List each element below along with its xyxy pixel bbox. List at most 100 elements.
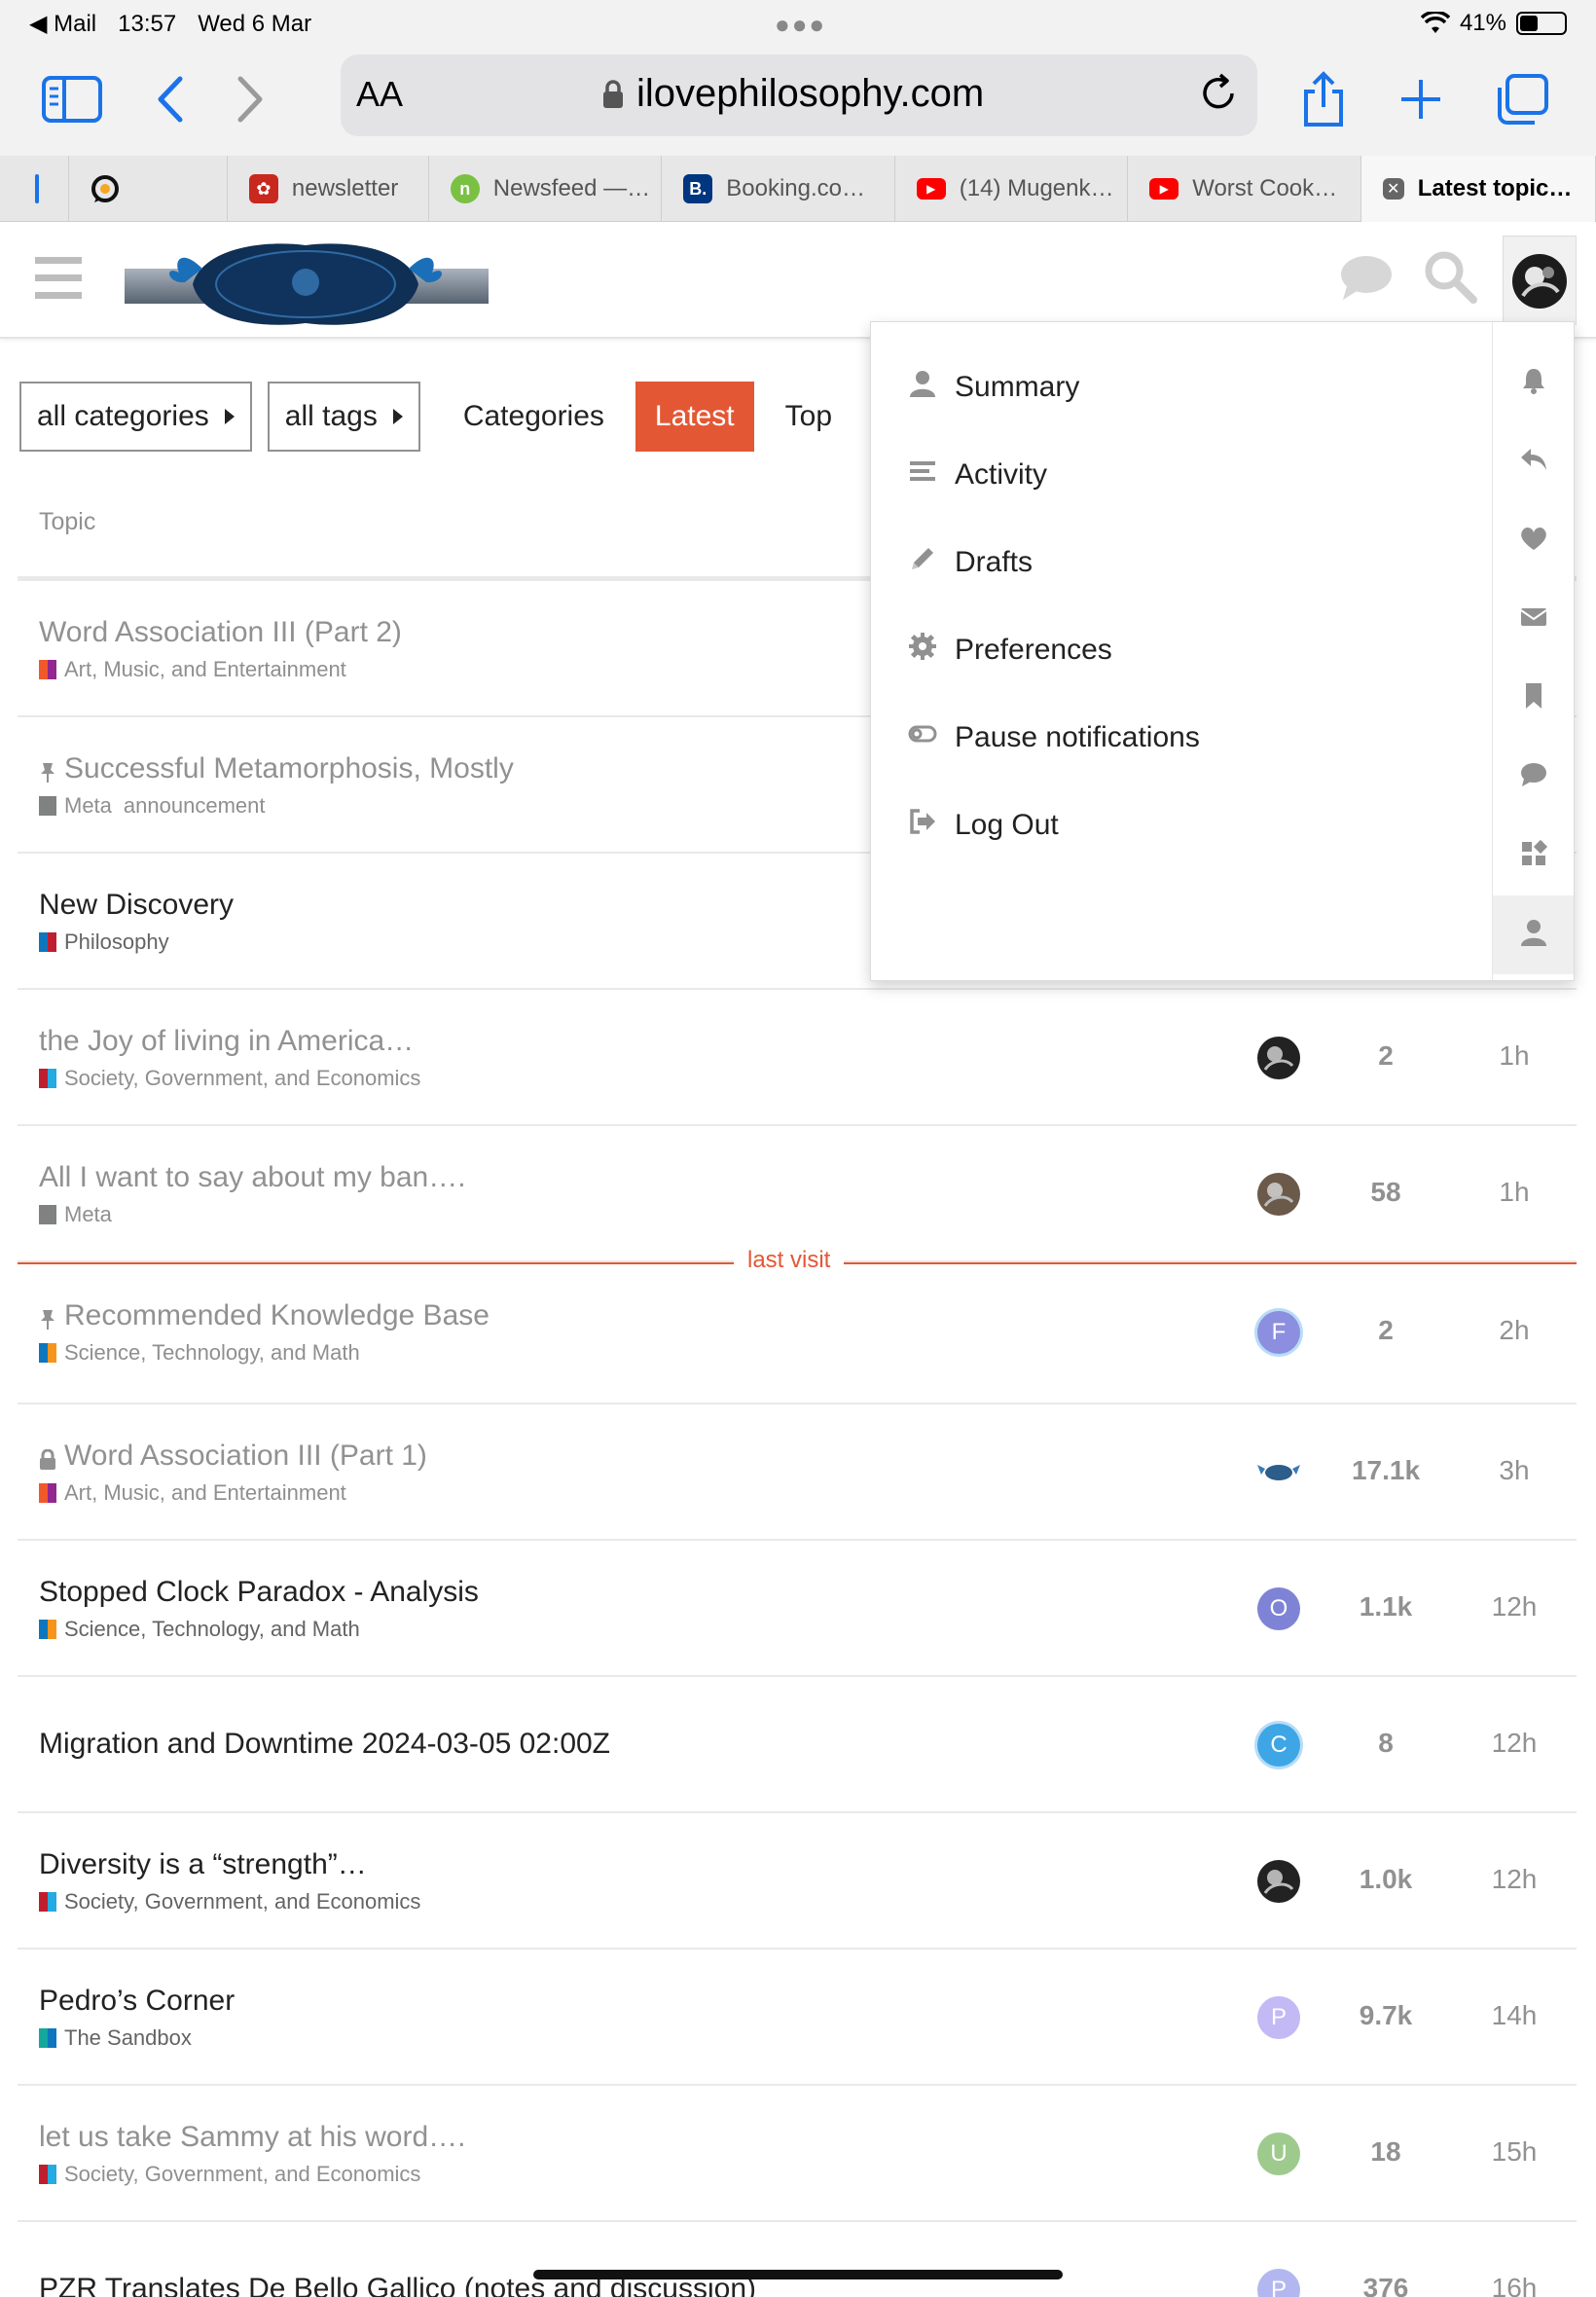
multitasking-dots-icon[interactable]: ●●●: [775, 10, 826, 40]
topic-row[interactable]: PZR Translates De Bello Gallico (notes a…: [18, 2222, 1577, 2297]
poster-avatar[interactable]: [1257, 1860, 1300, 1903]
user-menu-item-activity[interactable]: Activity: [871, 431, 1494, 519]
share-button[interactable]: [1292, 68, 1355, 130]
topic-reply-count[interactable]: 58: [1322, 1177, 1450, 1208]
forward-button[interactable]: [220, 68, 282, 130]
topic-title-link[interactable]: the Joy of living in America…: [39, 1025, 414, 1058]
topic-title-link[interactable]: Stopped Clock Paradox - Analysis: [39, 1576, 479, 1609]
topic-category-badge[interactable]: Art, Music, and Entertainment: [39, 1480, 346, 1506]
topic-title-link[interactable]: Diversity is a “strength”…: [39, 1848, 367, 1881]
user-menu-item-log-out[interactable]: Log Out: [871, 782, 1494, 869]
poster-avatar[interactable]: P: [1257, 2269, 1300, 2297]
topic-activity-time[interactable]: 12h: [1458, 1864, 1571, 1895]
nav-link-categories[interactable]: Categories: [444, 382, 624, 452]
browser-tab-4[interactable]: B. Booking.co…: [662, 156, 895, 222]
topic-title-link[interactable]: Successful Metamorphosis, Mostly: [39, 752, 514, 785]
topic-reply-count[interactable]: 1.1k: [1322, 1591, 1450, 1622]
user-menu-item-summary[interactable]: Summary: [871, 344, 1494, 431]
topic-reply-count[interactable]: 376: [1322, 2273, 1450, 2297]
topic-row[interactable]: Stopped Clock Paradox - Analysis Science,…: [18, 1541, 1577, 1677]
topic-title-link[interactable]: Recommended Knowledge Base: [39, 1299, 490, 1332]
topic-activity-time[interactable]: 3h: [1458, 1455, 1571, 1486]
search-button[interactable]: [1423, 249, 1477, 309]
browser-tab-2[interactable]: ✿ newsletter: [228, 156, 429, 222]
topic-category-badge[interactable]: The Sandbox: [39, 2025, 192, 2051]
url-display[interactable]: ilovephilosophy.com: [601, 72, 984, 116]
browser-tab-0[interactable]: [14, 156, 69, 222]
poster-avatar[interactable]: C: [1257, 1724, 1300, 1767]
user-menu-item-preferences[interactable]: Preferences: [871, 606, 1494, 694]
poster-avatar[interactable]: [1257, 1037, 1300, 1079]
user-menu-tab-bell[interactable]: [1493, 344, 1574, 422]
topic-reply-count[interactable]: 9.7k: [1322, 2000, 1450, 2031]
topic-reply-count[interactable]: 1.0k: [1322, 1864, 1450, 1895]
sidebar-toggle-button[interactable]: [41, 68, 103, 130]
poster-avatar[interactable]: [1257, 1451, 1300, 1494]
topic-title-link[interactable]: All I want to say about my ban….: [39, 1161, 466, 1194]
home-indicator[interactable]: [533, 2270, 1063, 2279]
back-button[interactable]: [138, 68, 200, 130]
topic-category-badge[interactable]: Art, Music, and Entertainment: [39, 657, 346, 682]
back-to-app-link[interactable]: ◀ Mail: [29, 10, 96, 38]
topic-title-link[interactable]: Migration and Downtime 2024-03-05 02:00Z: [39, 1728, 610, 1761]
browser-tab-1[interactable]: [69, 156, 228, 222]
chat-button[interactable]: [1339, 253, 1394, 307]
topic-activity-time[interactable]: 2h: [1458, 1315, 1571, 1346]
topic-category-badge[interactable]: Science, Technology, and Math: [39, 1617, 360, 1642]
browser-tab-6[interactable]: ▶ Worst Cook…: [1128, 156, 1361, 222]
topic-activity-time[interactable]: 1h: [1458, 1040, 1571, 1072]
user-menu-tab-envelope[interactable]: [1493, 580, 1574, 659]
topic-category-badge[interactable]: Society, Government, and Economics: [39, 1066, 420, 1091]
topic-reply-count[interactable]: 2: [1322, 1040, 1450, 1072]
browser-tab-7[interactable]: ✕ Latest topic…: [1360, 156, 1596, 222]
address-bar[interactable]: AA ilovephilosophy.com: [341, 55, 1257, 136]
topic-row[interactable]: Word Association III (Part 1) Art, Music,…: [18, 1404, 1577, 1541]
user-menu-tab-chat-bubble[interactable]: [1493, 738, 1574, 817]
user-menu-tab-bookmark[interactable]: [1493, 659, 1574, 738]
topic-title-link[interactable]: Word Association III (Part 2): [39, 616, 402, 649]
poster-avatar[interactable]: F: [1257, 1311, 1300, 1354]
topic-reply-count[interactable]: 17.1k: [1322, 1455, 1450, 1486]
topic-title-link[interactable]: Pedro’s Corner: [39, 1985, 235, 2018]
topic-activity-time[interactable]: 12h: [1458, 1728, 1571, 1759]
topic-reply-count[interactable]: 2: [1322, 1315, 1450, 1346]
topic-row[interactable]: the Joy of living in America… Society, Go…: [18, 990, 1577, 1126]
topic-activity-time[interactable]: 16h: [1458, 2273, 1571, 2297]
topic-category-badge[interactable]: Society, Government, and Economics: [39, 1889, 420, 1914]
user-menu-tab-heart[interactable]: [1493, 501, 1574, 580]
topic-title-link[interactable]: Word Association III (Part 1): [39, 1440, 427, 1473]
topic-row[interactable]: Migration and Downtime 2024-03-05 02:00Z…: [18, 1677, 1577, 1813]
new-tab-button[interactable]: [1390, 68, 1452, 130]
site-logo[interactable]: [125, 239, 489, 329]
browser-tab-5[interactable]: ▶ (14) Mugenk…: [895, 156, 1129, 222]
topic-category-badge[interactable]: Society, Government, and Economics: [39, 2162, 420, 2187]
user-menu-item-pause-notifications[interactable]: Pause notifications: [871, 694, 1494, 782]
topic-row[interactable]: All I want to say about my ban…. Meta 58 1h: [18, 1126, 1577, 1262]
topic-activity-time[interactable]: 12h: [1458, 1591, 1571, 1622]
user-menu-tab-reply[interactable]: [1493, 422, 1574, 501]
user-menu-item-drafts[interactable]: Drafts: [871, 519, 1494, 606]
topic-activity-time[interactable]: 15h: [1458, 2136, 1571, 2168]
topic-row[interactable]: let us take Sammy at his word…. Society, …: [18, 2086, 1577, 2222]
hamburger-menu-icon[interactable]: [35, 257, 82, 300]
tab-overview-button[interactable]: [1491, 68, 1553, 130]
topic-category-badge[interactable]: Science, Technology, and Math: [39, 1340, 360, 1366]
tag-dropdown[interactable]: all tags: [267, 382, 420, 452]
topic-activity-time[interactable]: 14h: [1458, 2000, 1571, 2031]
reader-options-button[interactable]: AA: [356, 74, 403, 115]
category-dropdown[interactable]: all categories: [19, 382, 252, 452]
topic-title-link[interactable]: let us take Sammy at his word….: [39, 2121, 466, 2154]
reload-button[interactable]: [1197, 72, 1240, 120]
topic-title-link[interactable]: New Discovery: [39, 889, 234, 922]
poster-avatar[interactable]: U: [1257, 2133, 1300, 2175]
topic-tag[interactable]: announcement: [124, 793, 266, 819]
topic-category-badge[interactable]: Meta announcement: [39, 793, 265, 819]
topic-reply-count[interactable]: 18: [1322, 2136, 1450, 2168]
topic-row[interactable]: Pedro’s Corner The Sandbox P 9.7k 14h: [18, 1950, 1577, 2086]
topic-reply-count[interactable]: 8: [1322, 1728, 1450, 1759]
user-menu-tab-widgets[interactable]: [1493, 817, 1574, 895]
topic-category-badge[interactable]: Meta: [39, 1202, 112, 1227]
current-user-avatar-button[interactable]: [1503, 236, 1577, 325]
poster-avatar[interactable]: O: [1257, 1587, 1300, 1630]
nav-link-latest[interactable]: Latest: [635, 382, 754, 452]
